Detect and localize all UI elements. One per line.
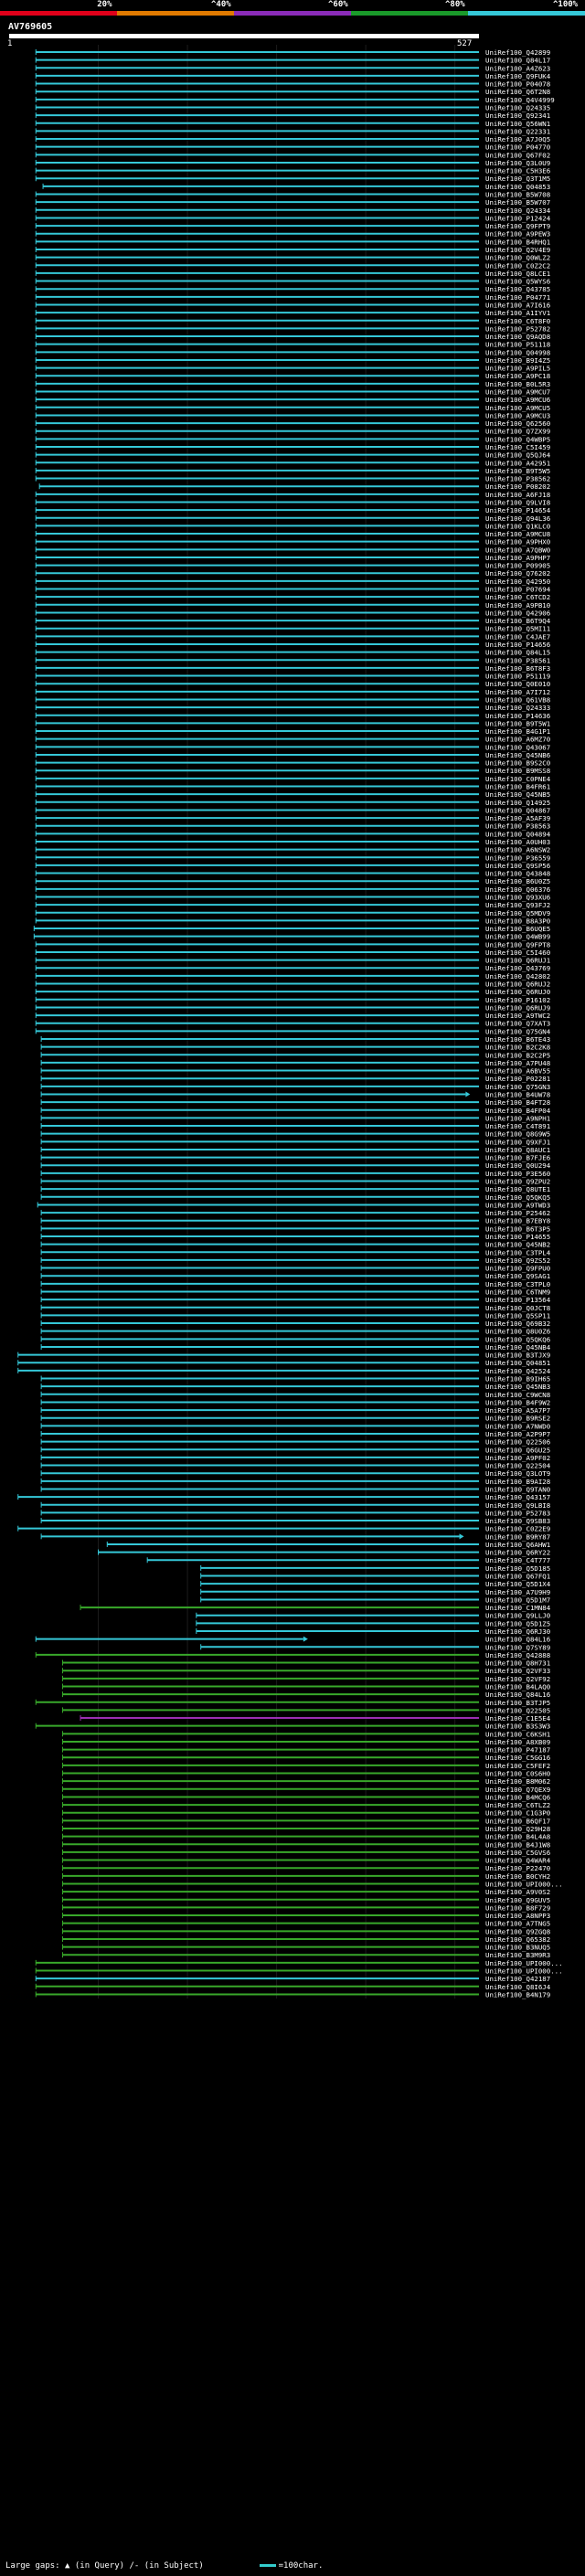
hit-label: UniRef100_A9PB10 <box>485 601 550 610</box>
hit-label: UniRef100_Q6RUJ2 <box>485 981 550 989</box>
hit-label: UniRef100_P38563 <box>485 822 550 831</box>
hit-label: UniRef100_B9IH65 <box>485 1375 550 1383</box>
hit-label: UniRef100_Q04894 <box>485 830 551 838</box>
in-subject-label: (in Subject) <box>144 2561 204 2571</box>
hit-label: UniRef100_Q0U294 <box>485 1161 551 1170</box>
hit-label: UniRef100_Q5D1Z5 <box>485 1619 550 1627</box>
hit-label: UniRef100_B9MSS8 <box>485 767 550 775</box>
hit-label: UniRef100_Q42524 <box>485 1367 551 1375</box>
hit-label: UniRef100_P25462 <box>485 1209 550 1217</box>
hit-label: UniRef100_C6TLZ2 <box>485 1801 550 1809</box>
hit-label: UniRef100_Q45NB5 <box>485 790 550 799</box>
hit-label: UniRef100_Q76202 <box>485 569 550 578</box>
hit-label: UniRef100_B6T3P5 <box>485 1224 550 1233</box>
hit-label: UniRef100_B3M9R3 <box>485 1951 550 1959</box>
hit-label: UniRef100_Q5D1X4 <box>485 1580 551 1588</box>
hit-label: UniRef100_Q42906 <box>485 609 550 617</box>
hit-arrow-icon <box>303 1636 308 1642</box>
hit-label: UniRef100_Q45NB3 <box>485 1383 550 1391</box>
large-gaps-label: Large gaps: <box>5 2561 60 2571</box>
hit-label: UniRef100_B4FR61 <box>485 783 550 791</box>
hit-label: UniRef100_A9MCU5 <box>485 404 550 412</box>
hit-label: UniRef100_Q3T1M5 <box>485 175 550 183</box>
hit-label: UniRef100_C0PNE4 <box>485 775 551 783</box>
hit-label: UniRef100_A9MCU7 <box>485 388 550 397</box>
hit-label: UniRef100_A5AF39 <box>485 814 550 822</box>
hit-label: UniRef100_B5W708 <box>485 191 550 199</box>
hit-label: UniRef100_C9WCN8 <box>485 1391 550 1399</box>
hit-label: UniRef100_B7EBY8 <box>485 1217 550 1225</box>
hit-label: UniRef100_UPI000... <box>485 1967 563 1976</box>
hit-label: UniRef100_Q5D1M7 <box>485 1595 550 1604</box>
hit-label: UniRef100_C1MN84 <box>485 1604 551 1612</box>
hit-label: UniRef100_B6T9Q4 <box>485 617 551 625</box>
hit-arrow-icon <box>459 1533 464 1540</box>
hit-label: UniRef100_B4RHQ1 <box>485 238 550 246</box>
hit-label: UniRef100_Q04853 <box>485 183 550 191</box>
hit-label: UniRef100_P16102 <box>485 996 550 1004</box>
hit-label: UniRef100_Q7QEX9 <box>485 1786 550 1794</box>
hit-label: UniRef100_A9PC18 <box>485 372 550 380</box>
hit-label: UniRef100_C1G3P0 <box>485 1809 550 1818</box>
hit-label: UniRef100_C4T777 <box>485 1556 550 1564</box>
scale-label: =100char. <box>278 2561 324 2571</box>
hit-label: UniRef100_Q04851 <box>485 1359 550 1367</box>
hit-label: UniRef100_Q62560 <box>485 419 550 428</box>
hit-label: UniRef100_C5GG16 <box>485 1754 550 1762</box>
scale-swatch-icon <box>259 2564 276 2567</box>
hit-label: UniRef100_B4MCQ6 <box>485 1793 550 1801</box>
hit-label: UniRef100_B8M062 <box>485 1777 550 1786</box>
gap-query-marker-icon: ▲ <box>65 2561 70 2571</box>
hit-label: UniRef100_Q43769 <box>485 964 550 972</box>
in-query-label: (in Query) <box>74 2561 125 2571</box>
hit-label: UniRef100_Q14925 <box>485 799 550 807</box>
hit-label: UniRef100_Q24334 <box>485 207 551 215</box>
hit-label: UniRef100_Q42187 <box>485 1975 550 1983</box>
hit-label: UniRef100_Q7ZX99 <box>485 428 550 436</box>
hit-label: UniRef100_B4N179 <box>485 1990 550 1998</box>
hit-label: UniRef100_Q42950 <box>485 578 550 586</box>
hit-label: UniRef100_A9MCU3 <box>485 411 550 419</box>
hit-arrow-icon <box>465 1091 471 1097</box>
hit-label: UniRef100_C0S6H0 <box>485 1770 550 1778</box>
hit-label: UniRef100_Q04867 <box>485 806 550 814</box>
hit-label: UniRef100_Q6RUJ0 <box>485 988 550 996</box>
hit-label: UniRef100_B4F9W2 <box>485 1398 550 1406</box>
footer-legend: Large gaps: ▲ (in Query) /- (in Subject)… <box>5 2561 581 2571</box>
hit-label: UniRef100_A9PEW3 <box>485 230 550 239</box>
hit-label: UniRef100_C5FEF2 <box>485 1762 550 1770</box>
hit-label: UniRef100_Q6RUJ9 <box>485 1003 550 1012</box>
hit-label: UniRef100_Q42802 <box>485 972 550 981</box>
hit-label: UniRef100_Q5MI11 <box>485 625 550 633</box>
hit-label: UniRef100_Q4WBP5 <box>485 435 550 443</box>
hit-label: UniRef100_P3E560 <box>485 1170 550 1178</box>
hit-label: UniRef100_Q75GN4 <box>485 1027 551 1035</box>
hit-label: UniRef100_C4JAE7 <box>485 632 550 641</box>
gap-subject-sep: /- <box>129 2561 140 2571</box>
hit-label: UniRef100_Q5QKQ5 <box>485 1193 550 1202</box>
hit-label: UniRef100_Q67FQ1 <box>485 1573 550 1581</box>
hit-label: UniRef100_P12424 <box>485 214 551 222</box>
hit-label: UniRef100_Q9ZPU2 <box>485 1178 550 1186</box>
hit-label: UniRef100_A9MCU6 <box>485 396 550 404</box>
hit-label: UniRef100_UPI000... <box>485 1959 563 1967</box>
hit-label: UniRef100_A7NWD0 <box>485 1422 550 1430</box>
hit-label: UniRef100_Q8UTE1 <box>485 1185 550 1193</box>
hit-label: UniRef100_A7U9H9 <box>485 1588 550 1596</box>
hit-label: UniRef100_Q9FPT9 <box>485 222 550 230</box>
hit-label: UniRef100_B6QF17 <box>485 1817 550 1825</box>
hit-label: UniRef100_B5W707 <box>485 198 550 207</box>
hit-label: UniRef100_Q9LLJ0 <box>485 1612 550 1620</box>
hit-label: UniRef100_P07694 <box>485 586 551 594</box>
hit-label: UniRef100_Q5D185 <box>485 1564 550 1573</box>
hit-label: UniRef100_A9TWD3 <box>485 1201 550 1209</box>
hit-label: UniRef100_Q7XAT3 <box>485 1020 550 1028</box>
hit-label: UniRef100_Q8I6J4 <box>485 1983 551 1991</box>
hit-alignment-canvas: UniRef100_Q42899UniRef100_Q84L17UniRef10… <box>17 45 563 1998</box>
hit-label: UniRef100_A5A7P7 <box>485 1406 550 1415</box>
hit-label: UniRef100_C6TCD2 <box>485 593 550 601</box>
hit-label: UniRef100_A9TWC2 <box>485 1012 550 1020</box>
hit-label: UniRef100_B0L5R3 <box>485 380 550 388</box>
hit-label: UniRef100_B9RSE2 <box>485 1415 550 1423</box>
